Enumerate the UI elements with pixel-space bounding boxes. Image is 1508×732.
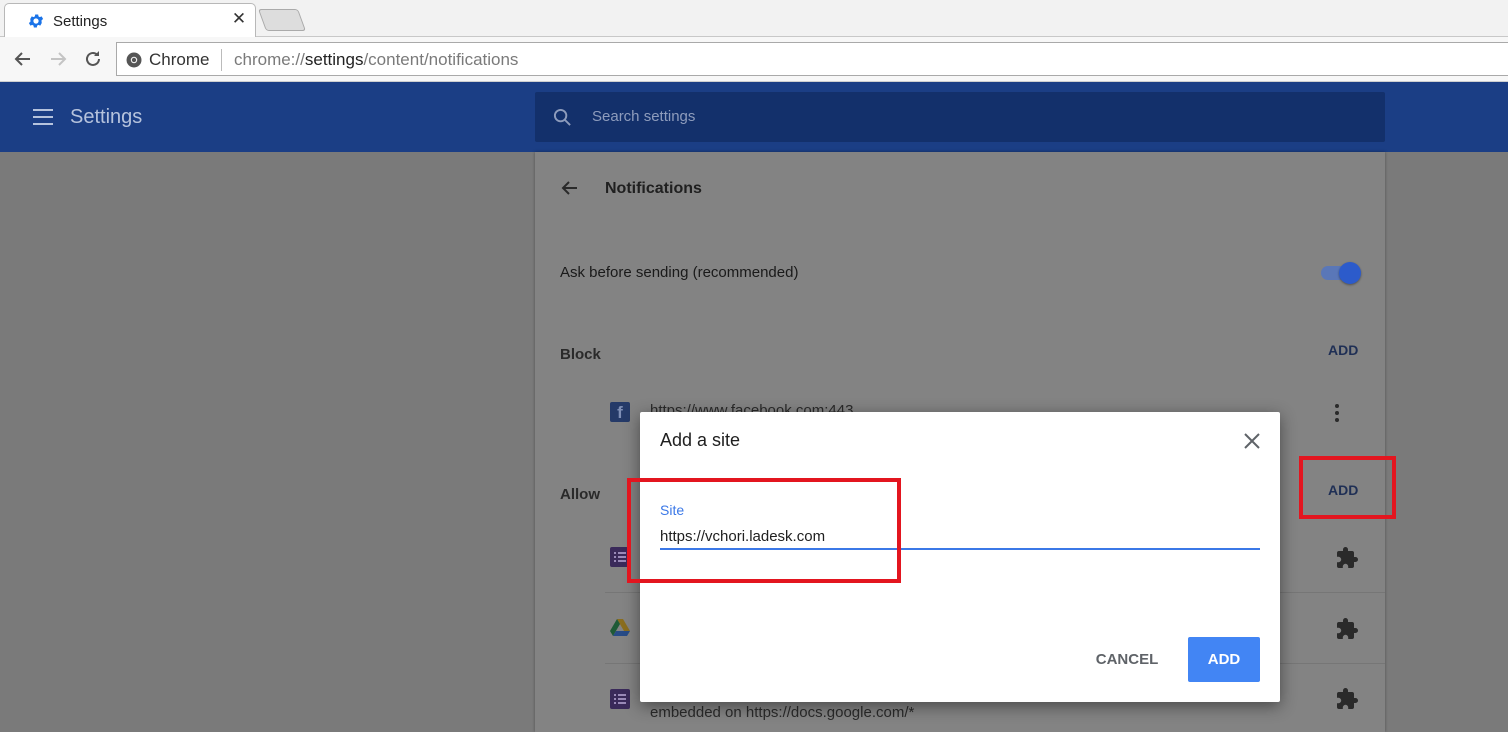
tab-strip: Settings ✕ (0, 0, 1508, 37)
url-host: settings (304, 50, 364, 69)
forward-button[interactable] (45, 46, 71, 72)
settings-header: Settings Search settings (0, 82, 1508, 152)
tab-title: Settings (53, 13, 108, 30)
ask-before-sending-label: Ask before sending (recommended) (560, 264, 799, 281)
block-heading: Block (560, 346, 601, 363)
search-input[interactable]: Search settings (535, 92, 1385, 142)
dialog-title: Add a site (660, 430, 741, 450)
url-text: chrome://settings/content/notifications (234, 50, 518, 70)
forms-icon (610, 689, 630, 709)
omnibox-divider (221, 49, 222, 71)
browser-toolbar: Chrome chrome://settings/content/notific… (0, 37, 1508, 82)
reload-icon (86, 51, 100, 66)
add-button[interactable]: ADD (1188, 637, 1260, 682)
back-button[interactable] (10, 46, 36, 72)
header-title: Settings (70, 106, 143, 128)
allow-heading: Allow (560, 486, 600, 503)
more-vert-icon[interactable] (1335, 404, 1339, 422)
chrome-icon (126, 52, 142, 68)
search-placeholder: Search settings (592, 108, 696, 125)
back-arrow-icon[interactable] (560, 178, 580, 198)
allow-add-highlight (1299, 456, 1396, 519)
new-tab-button[interactable] (257, 9, 307, 31)
site-field-highlight (627, 478, 901, 583)
menu-icon[interactable] (33, 109, 53, 125)
tab-settings[interactable]: Settings ✕ (4, 3, 256, 37)
url-path: /content/notifications (363, 50, 519, 69)
google-drive-icon (610, 619, 630, 636)
allowed-site-description: embedded on https://docs.google.com/* (650, 704, 915, 721)
reload-button[interactable] (80, 46, 106, 72)
address-bar[interactable]: Chrome chrome://settings/content/notific… (116, 42, 1508, 76)
ask-toggle[interactable] (1339, 262, 1361, 284)
close-icon[interactable]: ✕ (229, 9, 249, 29)
gear-icon (28, 14, 44, 28)
facebook-icon: f (610, 402, 630, 422)
arrow-left-icon (14, 52, 30, 66)
omnibox-chip: Chrome (149, 50, 210, 69)
block-add-button[interactable]: ADD (1328, 342, 1358, 358)
search-icon (553, 108, 571, 126)
puzzle-icon[interactable] (1335, 687, 1359, 711)
arrow-right-icon (51, 52, 67, 66)
close-icon[interactable] (1241, 430, 1263, 452)
puzzle-icon[interactable] (1335, 617, 1359, 641)
page-title: Notifications (605, 180, 702, 197)
cancel-button[interactable]: CANCEL (1082, 637, 1172, 681)
url-scheme: chrome:// (234, 50, 305, 69)
puzzle-icon[interactable] (1335, 546, 1359, 570)
